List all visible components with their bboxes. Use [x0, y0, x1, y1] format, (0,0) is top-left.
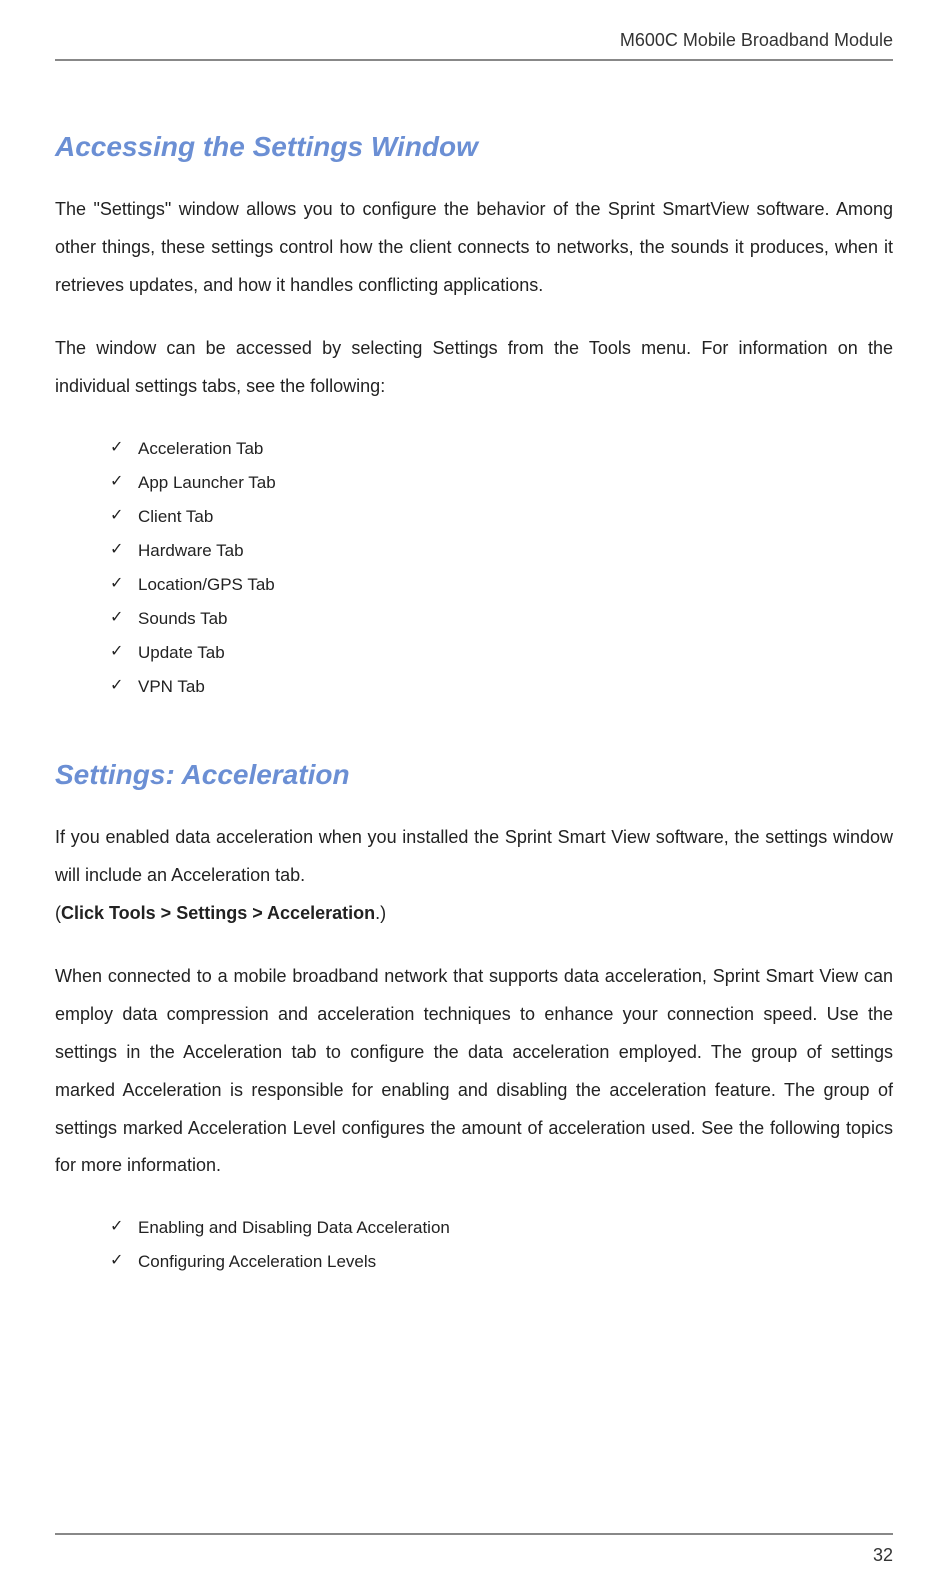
heading-accessing-settings: Accessing the Settings Window	[55, 131, 893, 163]
list-item: Sounds Tab	[110, 602, 893, 636]
section2-para2: (Click Tools > Settings > Acceleration.)	[55, 895, 893, 933]
nav-path-bold: Click Tools > Settings > Acceleration	[61, 903, 375, 923]
paren-close: .)	[375, 903, 386, 923]
list-item: Hardware Tab	[110, 534, 893, 568]
acceleration-topics-list: Enabling and Disabling Data Acceleration…	[55, 1211, 893, 1279]
page-header: M600C Mobile Broadband Module	[55, 30, 893, 61]
heading-settings-acceleration: Settings: Acceleration	[55, 759, 893, 791]
list-item: Update Tab	[110, 636, 893, 670]
section1-para1: The "Settings" window allows you to conf…	[55, 191, 893, 304]
header-title: M600C Mobile Broadband Module	[620, 30, 893, 50]
list-item: Location/GPS Tab	[110, 568, 893, 602]
list-item: Acceleration Tab	[110, 432, 893, 466]
settings-tabs-list: Acceleration Tab App Launcher Tab Client…	[55, 432, 893, 704]
list-item: Enabling and Disabling Data Acceleration	[110, 1211, 893, 1245]
page-number: 32	[873, 1545, 893, 1565]
list-item: Configuring Acceleration Levels	[110, 1245, 893, 1279]
section2-para1: If you enabled data acceleration when yo…	[55, 819, 893, 895]
section2-para3: When connected to a mobile broadband net…	[55, 958, 893, 1185]
list-item: App Launcher Tab	[110, 466, 893, 500]
page-footer: 32	[55, 1533, 893, 1566]
section1-para2: The window can be accessed by selecting …	[55, 330, 893, 406]
list-item: Client Tab	[110, 500, 893, 534]
list-item: VPN Tab	[110, 670, 893, 704]
